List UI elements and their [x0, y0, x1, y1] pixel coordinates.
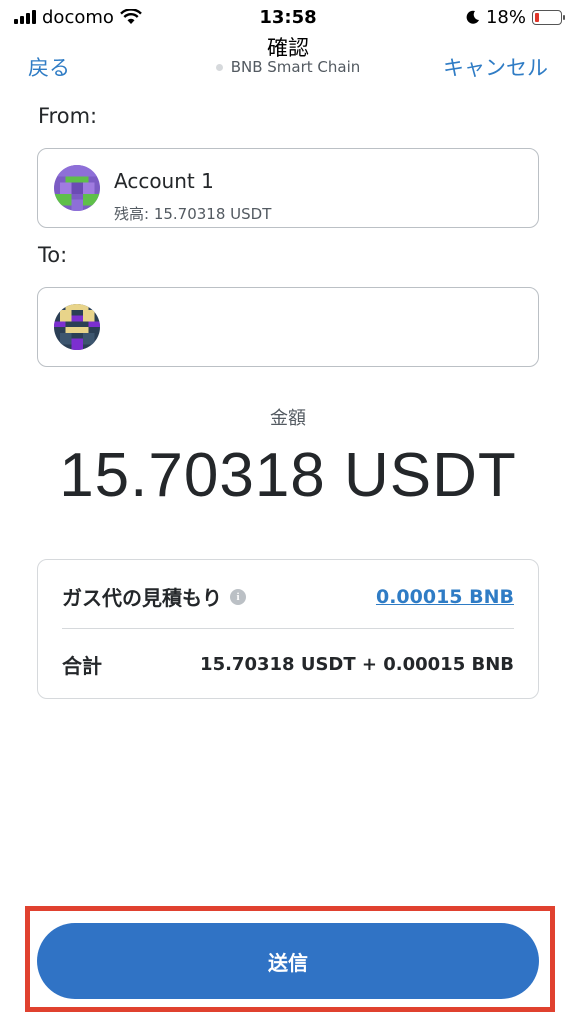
from-label: From:: [38, 104, 98, 128]
status-left: docomo: [14, 7, 142, 28]
total-row: 合計 15.70318 USDT + 0.00015 BNB: [62, 650, 514, 679]
battery-icon: [532, 9, 565, 25]
amount-label: 金額: [270, 408, 306, 429]
to-account-box[interactable]: [37, 287, 539, 367]
wifi-icon: [120, 9, 142, 24]
gas-fee-value-link[interactable]: 0.00015 BNB: [376, 586, 514, 608]
to-label: To:: [38, 243, 68, 267]
from-account-box[interactable]: Account 1 残高: 15.70318 USDT: [37, 148, 539, 228]
carrier-name: docomo: [42, 6, 114, 28]
gas-fee-label: ガス代の見積もり: [62, 586, 222, 610]
amount-value: 15.70318 USDT: [59, 441, 517, 510]
confirm-header: 戻る 確認 BNB Smart Chain キャンセル: [0, 30, 576, 90]
fee-summary-box: ガス代の見積もり i 0.00015 BNB 合計 15.70318 USDT …: [37, 559, 539, 699]
status-right: 18%: [466, 6, 565, 28]
info-icon[interactable]: i: [230, 588, 246, 605]
battery-percent: 18%: [485, 6, 526, 28]
send-button[interactable]: 送信: [37, 923, 539, 999]
moon-icon: [466, 10, 479, 24]
to-account-identicon-icon: [54, 304, 100, 350]
signal-icon: [14, 10, 36, 24]
status-bar: docomo 13:58 18%: [0, 0, 576, 34]
battery-fill: [535, 12, 540, 22]
from-account-identicon-icon: [54, 165, 100, 211]
from-account-balance: 残高: 15.70318 USDT: [114, 205, 272, 223]
total-value: 15.70318 USDT + 0.00015 BNB: [200, 654, 514, 675]
network-name: BNB Smart Chain: [230, 58, 361, 76]
cancel-button[interactable]: キャンセル: [443, 52, 548, 82]
from-account-name: Account 1: [114, 169, 214, 193]
total-label: 合計: [62, 654, 102, 678]
gas-fee-label-group: ガス代の見積もり i: [62, 582, 246, 611]
fee-divider: [62, 628, 514, 629]
gas-fee-row: ガス代の見積もり i 0.00015 BNB: [62, 582, 514, 611]
network-dot-icon: [215, 63, 223, 71]
